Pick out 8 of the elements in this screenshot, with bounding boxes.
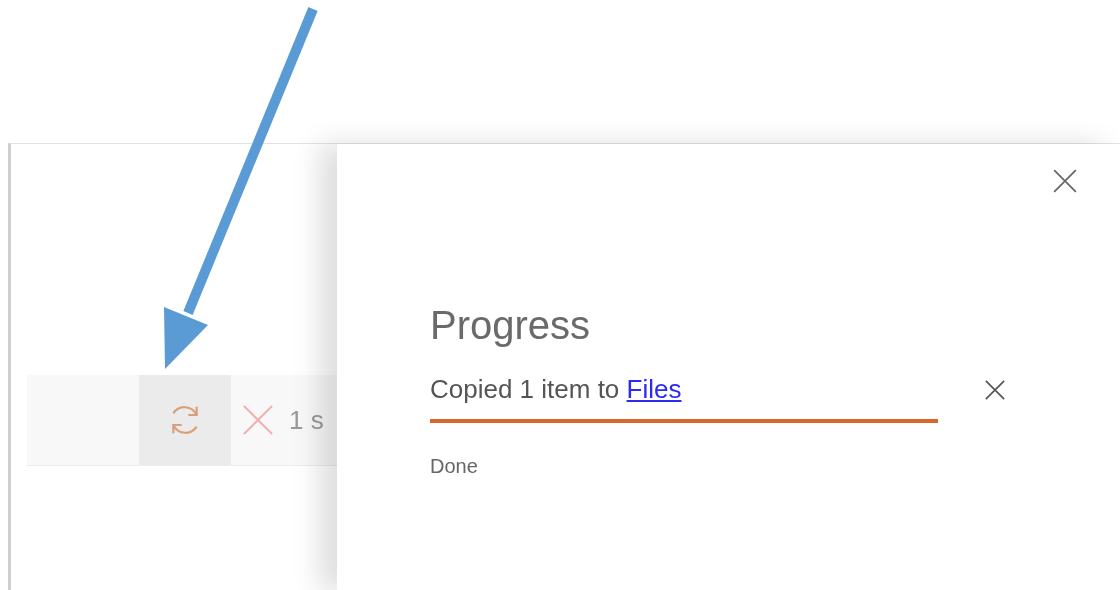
close-icon xyxy=(984,378,1006,401)
progress-message: Copied 1 item to Files xyxy=(430,374,682,405)
files-link[interactable]: Files xyxy=(626,374,682,404)
selection-count: 1 s xyxy=(289,404,324,436)
close-icon xyxy=(241,403,275,437)
close-icon xyxy=(1052,168,1078,194)
status-text: Done xyxy=(430,455,479,478)
panel-title: Progress xyxy=(430,303,592,348)
